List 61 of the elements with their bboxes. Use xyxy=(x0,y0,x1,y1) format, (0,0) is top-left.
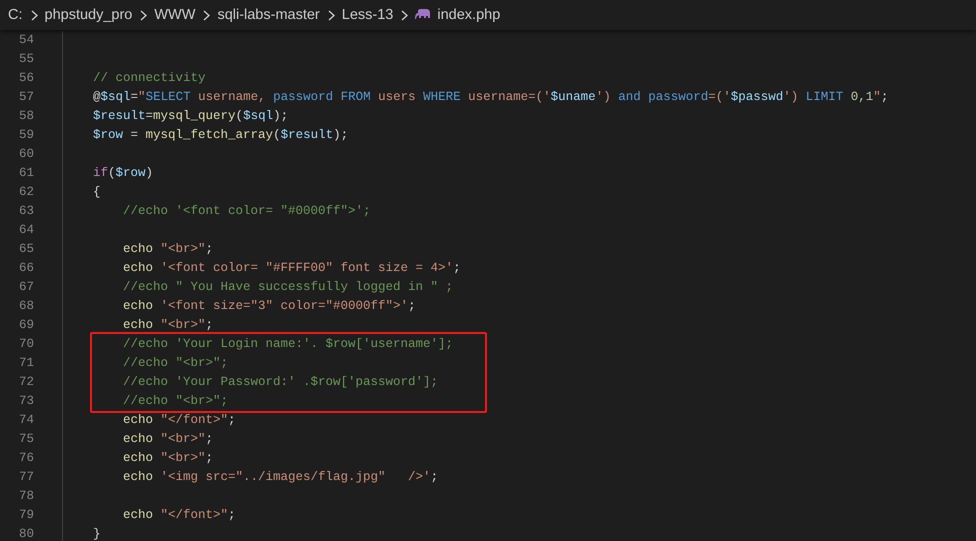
line-number: 77 xyxy=(18,469,34,486)
chevron-right-icon xyxy=(328,10,335,20)
line-number: 74 xyxy=(18,412,34,429)
chevron-right-icon xyxy=(30,10,38,20)
code-line: //echo 'Your Login name:'. $row['username']; xyxy=(123,336,454,353)
line-number: 54 xyxy=(18,32,34,49)
chevron-right-icon xyxy=(401,10,408,20)
code-line: //echo 'Your Password:' .$row['password']; xyxy=(123,374,438,391)
code-line: @$sql="SELECT username, password FROM users WHERE username=('$uname') and password=('$passwd') LIMIT 0,1"; xyxy=(93,89,888,106)
line-number: 78 xyxy=(18,488,34,505)
code-line: // connectivity xyxy=(93,70,206,87)
code-line: //echo '<font color= "#0000ff">'; xyxy=(123,203,371,220)
code-line: echo '<img src="../images/flag.jpg" />'; xyxy=(123,469,438,486)
line-number: 60 xyxy=(18,146,34,163)
code-line: $result=mysql_query($sql); xyxy=(93,108,288,125)
line-number: 62 xyxy=(18,184,34,201)
code-line: //echo "<br>"; xyxy=(123,393,228,410)
code-line: { xyxy=(93,184,101,201)
line-number: 68 xyxy=(18,298,34,315)
code-line: echo "<br>"; xyxy=(123,241,214,258)
line-number: 76 xyxy=(18,450,34,467)
breadcrumb-item[interactable]: index.php xyxy=(437,7,500,23)
line-number: 64 xyxy=(18,222,34,239)
chevron-right-icon xyxy=(140,10,148,20)
chevron-right-icon xyxy=(203,10,210,20)
line-number: 57 xyxy=(18,89,34,106)
code-line: $row = mysql_fetch_array($result); xyxy=(93,127,348,144)
line-number: 73 xyxy=(18,393,34,410)
line-number: 80 xyxy=(18,526,34,541)
line-number: 65 xyxy=(18,241,34,258)
code-line: echo '<font color= "#FFFF00" font size = 4>'; xyxy=(123,260,461,277)
line-number: 71 xyxy=(18,355,34,372)
breadcrumb-item[interactable]: phpstudy_pro xyxy=(44,7,132,23)
breadcrumb-item[interactable]: C: xyxy=(8,7,22,23)
breadcrumb-item[interactable]: WWW xyxy=(154,7,196,23)
line-number: 56 xyxy=(18,70,34,87)
line-number: 75 xyxy=(18,431,34,448)
code-line: //echo "<br>"; xyxy=(123,355,228,372)
line-number: 63 xyxy=(18,203,34,220)
line-number: 70 xyxy=(18,336,34,353)
code-line: echo "</font>"; xyxy=(123,412,236,429)
line-number: 72 xyxy=(18,374,34,391)
code-line: echo "<br>"; xyxy=(123,431,214,448)
elephant-icon xyxy=(415,9,432,21)
line-number: 67 xyxy=(18,279,34,296)
code-line: //echo " You Have successfully logged in " ; xyxy=(123,279,454,296)
line-number: 79 xyxy=(18,507,34,524)
breadcrumb-item[interactable]: sqli-labs-master xyxy=(217,7,320,23)
line-number: 61 xyxy=(18,165,34,182)
breadcrumb-item[interactable]: Less-13 xyxy=(342,7,394,23)
line-number: 58 xyxy=(18,108,34,125)
line-number: 59 xyxy=(18,127,34,144)
line-number: 69 xyxy=(18,317,34,334)
code-line: echo "<br>"; xyxy=(123,317,214,334)
line-number: 55 xyxy=(18,51,34,68)
code-line: echo "<br>"; xyxy=(123,450,214,467)
line-number: 66 xyxy=(18,260,34,277)
code-line: if($row) xyxy=(93,165,154,182)
code-line: } xyxy=(93,526,101,541)
code-line: echo '<font size="3" color="#0000ff">'; xyxy=(123,298,416,315)
code-line: echo "</font>"; xyxy=(123,507,236,524)
